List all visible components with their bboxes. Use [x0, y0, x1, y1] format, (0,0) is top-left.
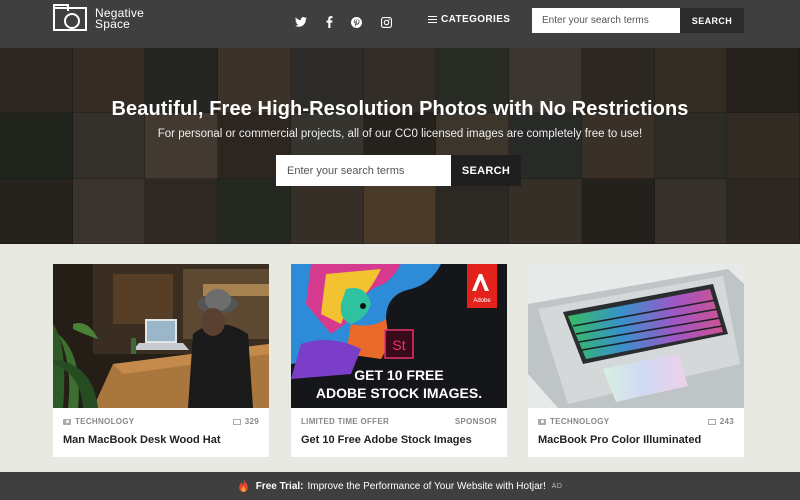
ad-headline-line2: ADOBE STOCK IMAGES. — [316, 385, 482, 401]
site-logo[interactable]: Negative Space — [53, 4, 144, 31]
promo-bar[interactable]: Free Trial: Improve the Performance of Y… — [0, 472, 800, 500]
header-search-button[interactable]: SEARCH — [680, 8, 744, 33]
categories-label: CATEGORIES — [441, 14, 511, 25]
sponsor-label: SPONSOR — [454, 417, 497, 426]
ad-tag: AD — [551, 482, 563, 490]
pinterest-icon[interactable] — [348, 14, 364, 30]
hero-title: Beautiful, Free High-Resolution Photos w… — [111, 98, 689, 120]
twitter-icon[interactable] — [293, 14, 309, 30]
card-count: 329 — [244, 417, 259, 426]
top-navbar: Negative Space CATEGORIES SEARCH — [0, 0, 800, 48]
card-photo[interactable] — [53, 264, 269, 408]
photo-card[interactable]: TECHNOLOGY 243 MacBook Pro Color Illumin… — [528, 264, 744, 457]
hero-search-input[interactable] — [276, 155, 451, 186]
hero-subtitle: For personal or commercial projects, all… — [157, 128, 643, 140]
instagram-icon[interactable] — [378, 14, 394, 30]
hero-search-button[interactable]: SEARCH — [451, 155, 521, 186]
hero-banner: Beautiful, Free High-Resolution Photos w… — [0, 48, 800, 244]
ad-headline-line1: GET 10 FREE — [354, 367, 443, 383]
card-category[interactable]: TECHNOLOGY — [75, 417, 134, 426]
camera-icon — [538, 418, 546, 425]
card-title[interactable]: Man MacBook Desk Wood Hat — [63, 434, 221, 446]
promo-text[interactable]: Improve the Performance of Your Website … — [308, 481, 546, 492]
facebook-icon[interactable] — [321, 14, 337, 30]
image-count-icon — [232, 418, 241, 425]
camera-logo-icon — [53, 4, 87, 31]
logo-text: Negative Space — [95, 7, 144, 31]
card-title[interactable]: Get 10 Free Adobe Stock Images — [301, 434, 472, 446]
card-meta: TECHNOLOGY 329 — [63, 417, 259, 426]
card-count: 243 — [719, 417, 734, 426]
adobe-badge-text: Adobe — [473, 298, 491, 304]
card-meta: TECHNOLOGY 243 — [538, 417, 734, 426]
flame-icon — [238, 479, 248, 492]
logo-line-2: Space — [95, 17, 131, 31]
card-category: LIMITED TIME OFFER — [301, 417, 390, 426]
hero-overlay — [0, 48, 800, 244]
adobe-ad-image[interactable]: Adobe St GET 10 FREE ADOBE STOCK IMAGES. — [291, 264, 507, 408]
promo-bold-label: Free Trial: — [255, 480, 304, 492]
sponsored-card[interactable]: Adobe St GET 10 FREE ADOBE STOCK IMAGES.… — [291, 264, 507, 457]
card-photo[interactable] — [528, 264, 744, 408]
photo-card[interactable]: TECHNOLOGY 329 Man MacBook Desk Wood Hat — [53, 264, 269, 457]
categories-menu[interactable]: CATEGORIES — [428, 14, 510, 25]
card-meta: LIMITED TIME OFFER SPONSOR — [301, 417, 497, 426]
header-search-input[interactable] — [532, 8, 680, 33]
hamburger-icon — [428, 16, 437, 23]
adobe-stock-logo: St — [392, 337, 405, 353]
card-category[interactable]: TECHNOLOGY — [550, 417, 609, 426]
card-title[interactable]: MacBook Pro Color Illuminated — [538, 434, 701, 446]
camera-icon — [63, 418, 71, 425]
image-count-icon — [707, 418, 716, 425]
